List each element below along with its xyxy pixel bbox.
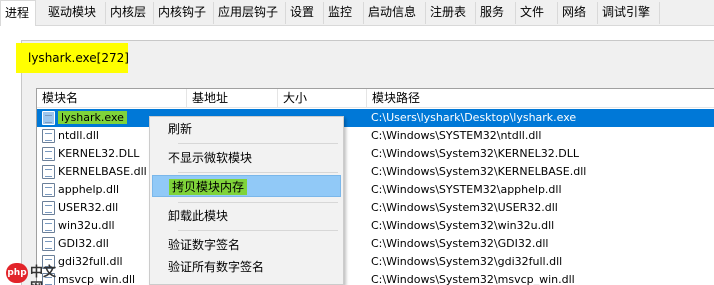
module-file-icon	[42, 147, 55, 161]
module-file-icon	[42, 129, 55, 143]
tab-kernel-layer[interactable]: 内核层	[106, 2, 154, 24]
context-menu: 刷新 不显示微软模块 拷贝模块内存 卸载此模块 验证数字签名 验证所有数字签名	[149, 116, 344, 285]
tab-kernel-hooks[interactable]: 内核钩子	[154, 2, 214, 24]
table-row[interactable]: win32u.dll C:\Windows\System32\win32u.dl…	[37, 217, 714, 235]
module-path: C:\Windows\System32\win32u.dll	[371, 219, 555, 232]
tab-monitor[interactable]: 监控	[324, 2, 364, 24]
module-list[interactable]: 模块名 基地址 大小 模块路径 lyshark.exe C:\Users\lys…	[36, 88, 714, 285]
tab-files[interactable]: 文件	[516, 2, 558, 24]
tab-startup-info[interactable]: 启动信息	[364, 2, 426, 24]
tab-network[interactable]: 网络	[558, 2, 598, 24]
module-path: C:\Windows\System32\USER32.dll	[371, 201, 558, 214]
menu-separator	[178, 143, 338, 144]
module-path: C:\Users\lyshark\Desktop\lyshark.exe	[371, 111, 577, 124]
table-row[interactable]: USER32.dll C:\Windows\System32\USER32.dl…	[37, 199, 714, 217]
module-path: C:\Windows\System32\GDI32.dll	[371, 237, 549, 250]
tab-driver-modules[interactable]: 驱动模块	[44, 2, 106, 24]
column-base-address[interactable]: 基地址	[187, 89, 278, 108]
list-header: 模块名 基地址 大小 模块路径	[37, 89, 714, 108]
module-path: C:\Windows\System32\KERNEL32.DLL	[371, 147, 579, 160]
php-logo-icon: php	[6, 263, 28, 283]
watermark-text: 中文网	[30, 265, 57, 285]
menu-item-verify-signature[interactable]: 验证数字签名	[152, 234, 341, 256]
menu-item-copy-module-memory[interactable]: 拷贝模块内存	[152, 175, 341, 197]
module-path: C:\Windows\System32\msvcp_win.dll	[371, 273, 575, 285]
module-path: C:\Windows\System32\gdi32full.dll	[371, 255, 563, 268]
tab-app-hooks[interactable]: 应用层钩子	[214, 2, 286, 24]
table-row[interactable]: gdi32full.dll C:\Windows\System32\gdi32f…	[37, 253, 714, 271]
menu-separator	[178, 230, 338, 231]
process-title: lyshark.exe[272]	[16, 43, 129, 73]
module-file-icon	[42, 183, 55, 197]
menu-item-unload-module[interactable]: 卸载此模块	[152, 205, 341, 227]
watermark: php 中文网	[6, 263, 68, 285]
module-file-icon	[42, 111, 55, 125]
menu-item-hide-microsoft-modules[interactable]: 不显示微软模块	[152, 147, 341, 169]
menu-separator	[178, 202, 338, 203]
module-name: lyshark.exe	[58, 111, 127, 124]
column-module-name[interactable]: 模块名	[37, 89, 187, 108]
table-row[interactable]: KERNEL32.DLL C:\Windows\System32\KERNEL3…	[37, 145, 714, 163]
module-file-icon	[42, 201, 55, 215]
module-file-icon	[42, 237, 55, 251]
module-path: C:\Windows\System32\KERNELBASE.dll	[371, 165, 587, 178]
module-file-icon	[42, 165, 55, 179]
tab-settings[interactable]: 设置	[286, 2, 324, 24]
column-size[interactable]: 大小	[278, 89, 367, 108]
table-row[interactable]: apphelp.dll C:\Windows\SYSTEM32\apphelp.…	[37, 181, 714, 199]
tab-strip: 进程 驱动模块 内核层 内核钩子 应用层钩子 设置 监控 启动信息 注册表 服务…	[0, 0, 714, 26]
menu-item-copy-module-memory-label: 拷贝模块内存	[169, 179, 248, 195]
module-path: C:\Windows\SYSTEM32\apphelp.dll	[371, 183, 562, 196]
module-path: C:\Windows\SYSTEM32\ntdll.dll	[371, 129, 542, 142]
tab-process[interactable]: 进程	[0, 0, 36, 26]
menu-item-refresh[interactable]: 刷新	[152, 118, 341, 140]
table-row[interactable]: msvcp_win.dll C:\Windows\System32\msvcp_…	[37, 271, 714, 285]
tab-debug-engine[interactable]: 调试引擎	[598, 2, 660, 24]
menu-separator	[178, 172, 338, 173]
table-row[interactable]: GDI32.dll C:\Windows\System32\GDI32.dll	[37, 235, 714, 253]
table-row[interactable]: lyshark.exe C:\Users\lyshark\Desktop\lys…	[37, 109, 714, 127]
module-file-icon	[42, 219, 55, 233]
table-row[interactable]: ntdll.dll C:\Windows\SYSTEM32\ntdll.dll	[37, 127, 714, 145]
table-row[interactable]: KERNELBASE.dll C:\Windows\System32\KERNE…	[37, 163, 714, 181]
menu-item-verify-all-signatures[interactable]: 验证所有数字签名	[152, 256, 341, 278]
tab-services[interactable]: 服务	[476, 2, 516, 24]
tab-registry[interactable]: 注册表	[426, 2, 476, 24]
column-module-path[interactable]: 模块路径	[367, 89, 714, 108]
